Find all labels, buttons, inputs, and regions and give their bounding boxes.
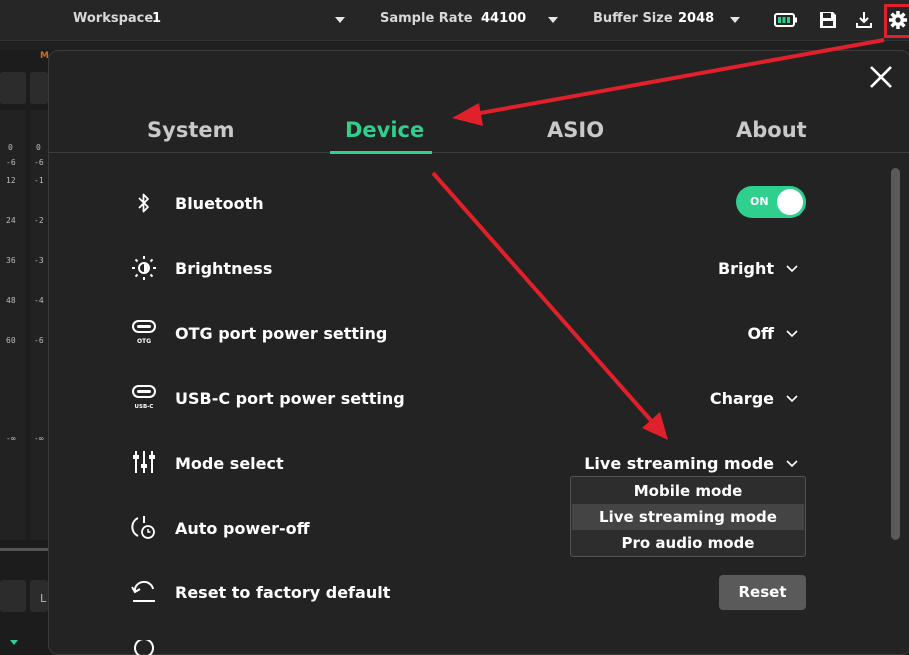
usbc-icon-caption: USB-C [135, 404, 154, 410]
meter-tick: 48 [6, 296, 16, 305]
chevron-down-icon[interactable] [785, 327, 799, 341]
mode-dropdown-menu: Mobile mode Live streaming mode Pro audi… [570, 476, 806, 557]
toggle-knob [777, 189, 803, 215]
usbc-value[interactable]: Charge [710, 389, 774, 408]
meter-tick: 12 [6, 176, 16, 185]
meter-tick: -4 [34, 296, 44, 305]
otg-value[interactable]: Off [747, 324, 774, 343]
mode-option-pro-audio[interactable]: Pro audio mode [572, 530, 804, 556]
download-icon[interactable] [852, 8, 876, 32]
otg-port-icon: OTG [130, 318, 158, 346]
mode-option-live-streaming[interactable]: Live streaming mode [572, 504, 804, 530]
workspace-label: Workspace [73, 11, 154, 26]
bluetooth-icon [130, 189, 158, 217]
save-icon[interactable] [816, 8, 840, 32]
info-icon [130, 640, 158, 655]
mode-select-value[interactable]: Live streaming mode [584, 454, 774, 473]
brightness-value[interactable]: Bright [718, 259, 774, 278]
bluetooth-toggle[interactable]: ON [736, 186, 806, 218]
expand-arrow-icon [10, 640, 18, 645]
meter-tick: -3 [34, 256, 44, 265]
meter-tick: 60 [6, 336, 16, 345]
buffer-size-value[interactable]: 2048 [678, 11, 714, 26]
meter-tick: 0 [8, 143, 13, 152]
reset-button[interactable]: Reset [719, 575, 806, 610]
close-icon[interactable] [866, 62, 896, 92]
channel-header [0, 72, 26, 104]
meter-tick: 24 [6, 216, 16, 225]
sample-rate-dropdown-icon[interactable] [548, 17, 558, 23]
meter-tick: -6 [6, 158, 16, 167]
meter-tick: 36 [6, 256, 16, 265]
factory-reset-label: Reset to factory default [175, 583, 391, 602]
divider [0, 548, 48, 551]
tab-device[interactable]: Device [345, 118, 424, 142]
buffer-size-label: Buffer Size [593, 11, 673, 26]
chevron-down-icon[interactable] [785, 392, 799, 406]
meter-tick: -∞ [6, 434, 16, 443]
mixer-sliders-icon [130, 448, 158, 476]
sample-rate-value[interactable]: 44100 [481, 11, 526, 26]
buffer-size-dropdown-icon[interactable] [730, 17, 740, 23]
top-bar: Workspace 1 Sample Rate 44100 Buffer Siz… [0, 0, 909, 41]
workspace-dropdown-icon[interactable] [335, 17, 345, 23]
usbc-label: USB-C port power setting [175, 389, 405, 408]
background-strip [0, 42, 909, 50]
scrollbar[interactable] [891, 168, 900, 540]
meter-tick: -∞ [34, 434, 44, 443]
bottom-channel-button [0, 580, 26, 612]
mode-option-mobile[interactable]: Mobile mode [572, 478, 804, 504]
tab-asio[interactable]: ASIO [547, 118, 604, 142]
channel-strip [30, 110, 48, 540]
sample-rate-label: Sample Rate [380, 11, 473, 26]
channel-strip [0, 110, 26, 540]
tabs-divider [48, 152, 909, 153]
meter-tick: 0 [36, 143, 41, 152]
channel-header [30, 72, 48, 104]
brightness-icon [130, 254, 158, 282]
brightness-label: Brightness [175, 259, 273, 278]
power-timer-icon [130, 513, 158, 541]
otg-icon-caption: OTG [137, 338, 151, 345]
chevron-down-icon[interactable] [785, 262, 799, 276]
meter-tick: -2 [34, 216, 44, 225]
workspace-value[interactable]: 1 [152, 11, 161, 26]
otg-label: OTG port power setting [175, 324, 388, 343]
active-tab-indicator [330, 151, 432, 154]
settings-highlight-box [884, 4, 909, 38]
meter-tick: -6 [34, 158, 44, 167]
undo-icon [130, 578, 158, 606]
usbc-port-icon: USB-C [130, 383, 158, 411]
tab-about[interactable]: About [736, 118, 807, 142]
auto-power-off-label: Auto power-off [175, 519, 310, 538]
tab-system[interactable]: System [147, 118, 234, 142]
bluetooth-label: Bluetooth [175, 194, 264, 213]
chevron-down-icon[interactable] [785, 457, 799, 471]
battery-icon [774, 8, 798, 32]
bottom-letter: L [40, 592, 47, 605]
meter-tick: -1 [34, 176, 44, 185]
mode-select-label: Mode select [175, 454, 284, 473]
toggle-state-text: ON [750, 195, 769, 208]
meter-tick: -6 [34, 336, 44, 345]
